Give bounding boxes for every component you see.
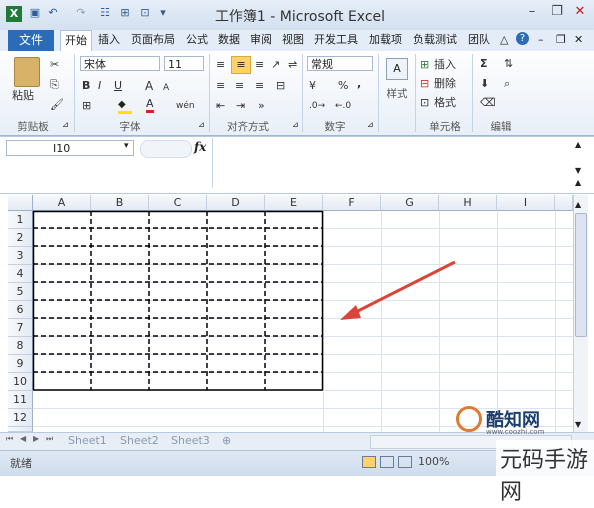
zoom-level[interactable]: 100% <box>418 455 449 468</box>
insert-sheet-icon[interactable]: ⊕ <box>222 434 231 447</box>
sheet-tab-3[interactable]: Sheet3 <box>171 433 210 449</box>
watermark: 酷知网 www.coozhi.com 元码手游网 <box>450 400 594 508</box>
page-layout-view-icon[interactable] <box>380 456 394 468</box>
sheet-nav-prev-icon[interactable]: ◀ <box>20 434 26 443</box>
sheet-tab-1[interactable]: Sheet1 <box>68 433 107 449</box>
watermark-url: www.coozhi.com <box>486 428 545 436</box>
scroll-thumb[interactable] <box>575 213 587 337</box>
sheet-nav-last-icon[interactable]: ⏭ <box>46 434 53 444</box>
sheet-tab-2[interactable]: Sheet2 <box>120 433 159 449</box>
page-break-view-icon[interactable] <box>398 456 412 468</box>
normal-view-icon[interactable] <box>362 456 376 468</box>
watermark-logo-icon <box>456 406 482 432</box>
sheet-nav-first-icon[interactable]: ⏮ <box>6 434 13 444</box>
scroll-up-icon[interactable]: ▲ <box>575 200 581 209</box>
status-ready: 就绪 <box>10 457 32 470</box>
sheet-nav-next-icon[interactable]: ▶ <box>33 434 39 443</box>
watermark-caption: 元码手游网 <box>496 440 594 508</box>
